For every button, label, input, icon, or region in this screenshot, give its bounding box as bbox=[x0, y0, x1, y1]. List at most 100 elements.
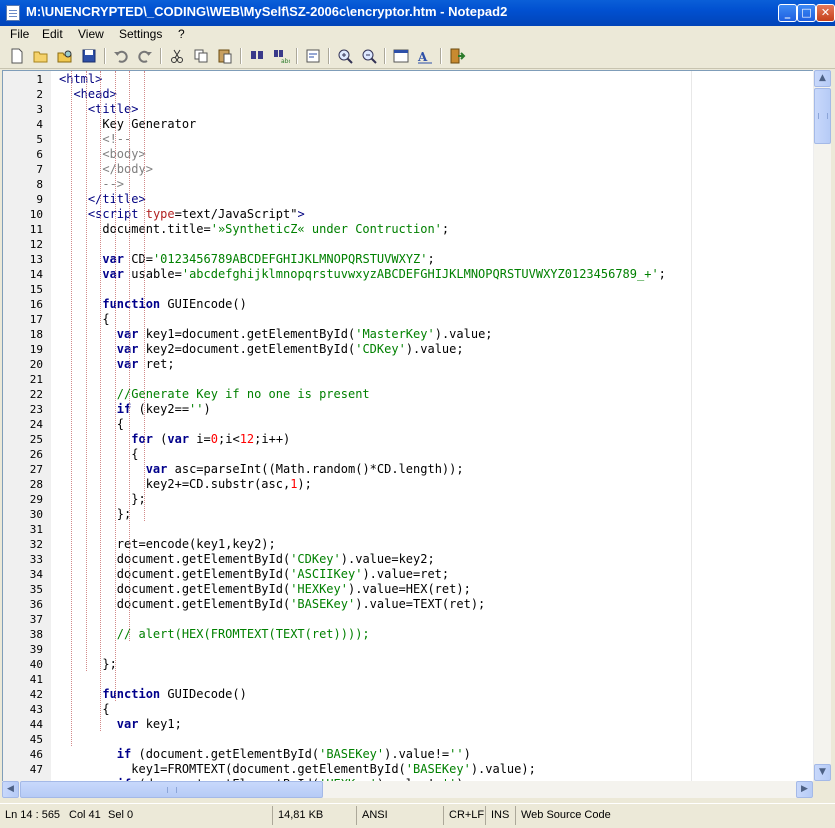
code-line: <html> bbox=[59, 72, 103, 86]
status-eol[interactable]: CR+LF bbox=[449, 809, 484, 821]
vertical-scroll-thumb[interactable] bbox=[814, 88, 831, 144]
open-icon[interactable] bbox=[32, 47, 50, 65]
long-line-marker bbox=[691, 71, 692, 782]
indent-guide bbox=[143, 71, 145, 521]
menu-bar: File Edit View Settings ? bbox=[0, 26, 835, 44]
line-number: 32 bbox=[29, 538, 43, 551]
exit-icon[interactable] bbox=[448, 47, 466, 65]
status-bar: Ln 14 : 565 Col 41 Sel 0 14,81 KB ANSI C… bbox=[0, 803, 835, 828]
line-number: 25 bbox=[29, 433, 43, 446]
code-line: document.getElementById('BASEKey').value… bbox=[59, 597, 486, 611]
redo-icon[interactable] bbox=[136, 47, 154, 65]
code-line: document.getElementById('HEXKey').value=… bbox=[59, 582, 471, 596]
horizontal-scroll-thumb[interactable] bbox=[20, 781, 323, 798]
save-icon[interactable] bbox=[80, 47, 98, 65]
menu-file[interactable]: File bbox=[8, 27, 31, 41]
line-number: 33 bbox=[29, 553, 43, 566]
code-line: <!-- bbox=[59, 132, 132, 146]
line-number: 15 bbox=[29, 283, 43, 296]
menu-help[interactable]: ? bbox=[176, 27, 187, 41]
replace-icon[interactable]: abc bbox=[272, 47, 292, 65]
cut-icon[interactable] bbox=[168, 47, 186, 65]
code-line: key2+=CD.substr(asc,1); bbox=[59, 477, 312, 491]
code-line: }; bbox=[59, 657, 117, 671]
title-bar[interactable]: M:\UNENCRYPTED\_CODING\WEB\MySelf\SZ-200… bbox=[0, 0, 835, 26]
new-icon[interactable] bbox=[8, 47, 26, 65]
code-line: key1=FROMTEXT(document.getElementById('B… bbox=[59, 762, 536, 776]
vertical-scrollbar[interactable]: ▲ ▼ bbox=[813, 70, 831, 781]
svg-text:A: A bbox=[417, 50, 428, 64]
paste-icon[interactable] bbox=[216, 47, 234, 65]
line-number: 47 bbox=[29, 763, 43, 776]
line-number: 36 bbox=[29, 598, 43, 611]
line-number: 31 bbox=[29, 523, 43, 536]
horizontal-scrollbar[interactable]: ◀ ▶ bbox=[2, 781, 813, 798]
line-number: 17 bbox=[29, 313, 43, 326]
line-number: 12 bbox=[29, 238, 43, 251]
zoom-out-icon[interactable] bbox=[360, 47, 378, 65]
line-number: 4 bbox=[36, 118, 43, 131]
line-number: 27 bbox=[29, 463, 43, 476]
copy-icon[interactable] bbox=[192, 47, 210, 65]
line-number: 23 bbox=[29, 403, 43, 416]
line-number: 45 bbox=[29, 733, 43, 746]
select-scheme-icon[interactable] bbox=[392, 47, 410, 65]
line-number: 34 bbox=[29, 568, 43, 581]
code-line: if (document.getElementById('BASEKey').v… bbox=[116, 747, 471, 761]
line-number: 2 bbox=[36, 88, 43, 101]
status-column: Col 41 bbox=[69, 809, 101, 821]
status-size: 14,81 KB bbox=[278, 809, 324, 821]
code-line: var asc=parseInt((Math.random()*CD.lengt… bbox=[145, 462, 464, 476]
scroll-right-arrow-icon[interactable]: ▶ bbox=[796, 781, 813, 798]
code-line: var key2=document.getElementById('CDKey'… bbox=[116, 342, 464, 356]
line-number: 5 bbox=[36, 133, 43, 146]
code-line: for (var i=0;i<12;i++) bbox=[131, 432, 291, 446]
browse-icon[interactable] bbox=[56, 47, 74, 65]
code-line: document.title='»SyntheticZ« under Contr… bbox=[59, 222, 450, 236]
undo-icon[interactable] bbox=[112, 47, 130, 65]
toolbar: abc A bbox=[0, 44, 835, 69]
code-line: <head> bbox=[73, 87, 117, 101]
status-encoding[interactable]: ANSI bbox=[362, 809, 388, 821]
line-number: 26 bbox=[29, 448, 43, 461]
line-number: 19 bbox=[29, 343, 43, 356]
code-view[interactable]: <html> <head> <title> Key Generator <!--… bbox=[59, 71, 814, 782]
close-button[interactable]: ✕ bbox=[816, 4, 835, 22]
line-number: 37 bbox=[29, 613, 43, 626]
code-line: { bbox=[59, 702, 110, 716]
line-number: 38 bbox=[29, 628, 43, 641]
menu-edit[interactable]: Edit bbox=[40, 27, 65, 41]
line-number: 11 bbox=[29, 223, 43, 236]
code-line: var key1; bbox=[116, 717, 182, 731]
line-number-gutter: 1 2 3 4 5 6 7 8 9 10 11 12 13 14 15 16 17 18 19 20 21 22 23 24 2… bbox=[3, 71, 51, 782]
line-number: 30 bbox=[29, 508, 43, 521]
code-line: </body> bbox=[59, 162, 153, 176]
code-line: if (key2=='') bbox=[116, 402, 211, 416]
scroll-left-arrow-icon[interactable]: ◀ bbox=[2, 781, 19, 798]
line-number: 14 bbox=[29, 268, 43, 281]
indent-guide bbox=[100, 71, 102, 731]
word-wrap-icon[interactable] bbox=[304, 47, 322, 65]
line-number: 35 bbox=[29, 583, 43, 596]
scroll-up-arrow-icon[interactable]: ▲ bbox=[814, 70, 831, 87]
notepad-app-icon[interactable] bbox=[6, 5, 20, 21]
code-line: Key Generator bbox=[59, 117, 197, 131]
minimize-button[interactable]: _ bbox=[778, 4, 797, 22]
line-number: 40 bbox=[29, 658, 43, 671]
scroll-down-arrow-icon[interactable]: ▼ bbox=[814, 764, 831, 781]
menu-view[interactable]: View bbox=[76, 27, 106, 41]
code-line: function GUIDecode() bbox=[102, 687, 247, 701]
indent-guide bbox=[71, 71, 73, 746]
zoom-in-icon[interactable] bbox=[336, 47, 354, 65]
editor-area[interactable]: 1 2 3 4 5 6 7 8 9 10 11 12 13 14 15 16 17 18 19 20 21 22 23 24 2… bbox=[2, 70, 815, 783]
indent-guide bbox=[85, 71, 87, 671]
maximize-button[interactable]: □ bbox=[797, 4, 816, 22]
svg-text:abc: abc bbox=[281, 58, 290, 65]
customize-scheme-icon[interactable]: A bbox=[416, 47, 434, 65]
code-line: var usable='abcdefghijklmnopqrstuvwxyzAB… bbox=[102, 267, 666, 281]
menu-settings[interactable]: Settings bbox=[117, 27, 164, 41]
status-ovr[interactable]: INS bbox=[491, 809, 509, 821]
find-icon[interactable] bbox=[248, 47, 266, 65]
code-line: function GUIEncode() bbox=[102, 297, 247, 311]
status-scheme[interactable]: Web Source Code bbox=[521, 809, 611, 821]
